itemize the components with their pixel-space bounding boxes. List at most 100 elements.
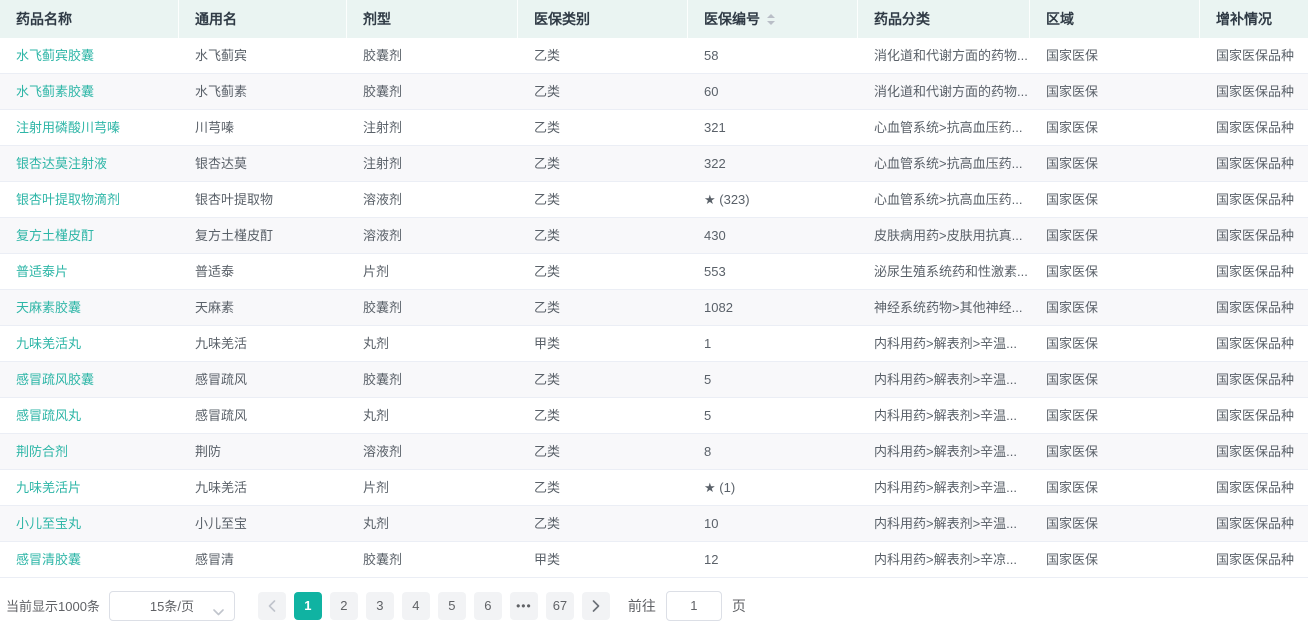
cell-generic-name: 普适泰 <box>195 264 235 279</box>
cell-generic-name: 银杏达莫 <box>195 156 248 171</box>
cell-insurance-category: 乙类 <box>534 120 561 135</box>
drug-name-link[interactable]: 九味羌活丸 <box>16 336 81 351</box>
page-size-value: 15条/页 <box>149 599 194 614</box>
cell-generic-name: 感冒疏风 <box>195 408 248 423</box>
cell-classification: 内科用药>解表剂>辛凉... <box>874 552 1018 567</box>
cell-insurance-number: 5 <box>704 372 712 387</box>
cell-generic-name: 荆防 <box>195 444 222 459</box>
cell-dosage-form: 片剂 <box>363 480 390 495</box>
column-label: 药品名称 <box>16 11 72 27</box>
column-label: 医保类别 <box>534 11 590 27</box>
cell-insurance-number: 321 <box>704 120 726 135</box>
cell-dosage-form: 胶囊剂 <box>363 372 403 387</box>
cell-generic-name: 九味羌活 <box>195 336 248 351</box>
drug-name-link[interactable]: 复方土槿皮酊 <box>16 228 94 243</box>
cell-insurance-category: 乙类 <box>534 300 561 315</box>
drug-name-link[interactable]: 天麻素胶囊 <box>16 300 81 315</box>
sort-caret-icon[interactable] <box>767 13 775 25</box>
drug-name-link[interactable]: 荆防合剂 <box>16 444 68 459</box>
cell-generic-name: 水飞蓟宾 <box>195 48 248 63</box>
drug-name-link[interactable]: 银杏叶提取物滴剂 <box>16 192 120 207</box>
page-button-3[interactable]: 3 <box>365 591 394 620</box>
cell-generic-name: 小儿至宝 <box>195 516 248 531</box>
drug-name-link[interactable]: 注射用磷酸川芎嗪 <box>16 120 120 135</box>
drug-name-link[interactable]: 水飞蓟素胶囊 <box>16 84 94 99</box>
page-size-select[interactable]: 15条/页 <box>108 590 235 621</box>
cell-supplement-status: 国家医保品种 <box>1216 264 1295 279</box>
table-body: 水飞蓟宾胶囊 水飞蓟宾 胶囊剂 乙类 58 消化道和代谢方面的药物... 国家医保 国家医保品… <box>0 38 1308 578</box>
drug-name-link[interactable]: 感冒疏风丸 <box>16 408 81 423</box>
cell-supplement-status: 国家医保品种 <box>1216 336 1295 351</box>
cell-generic-name: 九味羌活 <box>195 480 248 495</box>
drug-name-link[interactable]: 银杏达莫注射液 <box>16 156 107 171</box>
cell-classification: 内科用药>解表剂>辛温... <box>874 480 1018 495</box>
goto-page: 前往 页 <box>628 590 746 621</box>
page-button-4[interactable]: 4 <box>401 591 430 620</box>
cell-generic-name: 川芎嗪 <box>195 120 235 135</box>
drug-name-link[interactable]: 九味羌活片 <box>16 480 81 495</box>
table-row: 注射用磷酸川芎嗪 川芎嗪 注射剂 乙类 321 心血管系统>抗高血压药... 国家医保 国家医… <box>0 110 1308 146</box>
cell-region: 国家医保 <box>1046 156 1099 171</box>
table-row: 银杏叶提取物滴剂 银杏叶提取物 溶液剂 乙类 ★ (323) 心血管系统>抗高血压药...… <box>0 182 1308 218</box>
cell-supplement-status: 国家医保品种 <box>1216 84 1295 99</box>
drug-name-link[interactable]: 感冒清胶囊 <box>16 552 81 567</box>
cell-region: 国家医保 <box>1046 444 1099 459</box>
next-page-button[interactable] <box>581 591 610 620</box>
cell-insurance-number: 58 <box>704 48 719 63</box>
cell-generic-name: 感冒清 <box>195 552 235 567</box>
table-row: 感冒疏风丸 感冒疏风 丸剂 乙类 5 内科用药>解表剂>辛温... 国家医保 国家医保品种 <box>0 398 1308 434</box>
page-button-5[interactable]: 5 <box>437 591 466 620</box>
cell-supplement-status: 国家医保品种 <box>1216 120 1295 135</box>
column-header-insurance-number[interactable]: 医保编号 <box>688 0 858 38</box>
drug-name-link[interactable]: 普适泰片 <box>16 264 68 279</box>
drug-name-link[interactable]: 水飞蓟宾胶囊 <box>16 48 94 63</box>
table-row: 水飞蓟宾胶囊 水飞蓟宾 胶囊剂 乙类 58 消化道和代谢方面的药物... 国家医保 国家医保品… <box>0 38 1308 74</box>
cell-insurance-number: 430 <box>704 228 726 243</box>
cell-name: 银杏达莫注射液 <box>0 146 179 181</box>
cell-insurance-number: 322 <box>704 156 726 171</box>
cell-dosage-form: 丸剂 <box>363 336 390 351</box>
cell-insurance-number: 5 <box>704 408 712 423</box>
cell-supplement-status: 国家医保品种 <box>1216 48 1295 63</box>
chevron-right-icon <box>592 599 600 612</box>
cell-dosage-form: 丸剂 <box>363 408 390 423</box>
column-label: 剂型 <box>363 11 391 27</box>
cell-insurance-number: ★ (323) <box>704 192 750 207</box>
table-row: 普适泰片 普适泰 片剂 乙类 553 泌尿生殖系统药和性激素... 国家医保 国家医保品种 <box>0 254 1308 290</box>
table-row: 感冒清胶囊 感冒清 胶囊剂 甲类 12 内科用药>解表剂>辛凉... 国家医保 国家医保品种 <box>0 542 1308 578</box>
prev-page-button[interactable] <box>257 591 286 620</box>
cell-insurance-number: 60 <box>704 84 719 99</box>
cell-insurance-category: 乙类 <box>534 408 561 423</box>
more-pages-button[interactable]: ••• <box>509 591 538 620</box>
cell-supplement-status: 国家医保品种 <box>1216 444 1295 459</box>
page-button-67[interactable]: 67 <box>545 591 574 620</box>
table-row: 复方土槿皮酊 复方土槿皮酊 溶液剂 乙类 430 皮肤病用药>皮肤用抗真... 国家医保 国家… <box>0 218 1308 254</box>
cell-supplement-status: 国家医保品种 <box>1216 408 1295 423</box>
cell-insurance-number: 8 <box>704 444 712 459</box>
cell-supplement-status: 国家医保品种 <box>1216 516 1295 531</box>
goto-suffix: 页 <box>731 597 746 614</box>
cell-name: 九味羌活片 <box>0 470 179 505</box>
column-label: 医保编号 <box>704 11 760 27</box>
cell-name: 复方土槿皮酊 <box>0 218 179 253</box>
page-button-2[interactable]: 2 <box>329 591 358 620</box>
cell-generic-name: 水飞蓟素 <box>195 84 248 99</box>
cell-dosage-form: 丸剂 <box>363 516 390 531</box>
column-label: 增补情况 <box>1216 11 1272 27</box>
cell-classification: 心血管系统>抗高血压药... <box>874 192 1023 207</box>
column-header-region: 区域 <box>1030 0 1200 38</box>
drug-name-link[interactable]: 感冒疏风胶囊 <box>16 372 94 387</box>
table-row: 小儿至宝丸 小儿至宝 丸剂 乙类 10 内科用药>解表剂>辛温... 国家医保 国家医保品种 <box>0 506 1308 542</box>
goto-page-input[interactable] <box>665 590 722 621</box>
drug-list-page: 药品名称 通用名 剂型 医保类别 医保编号 药品分类 区域 增补情况 水飞蓟宾胶囊 水飞蓟宾 胶囊… <box>0 0 1308 634</box>
column-header-insurance-category: 医保类别 <box>518 0 688 38</box>
table-row: 九味羌活丸 九味羌活 丸剂 甲类 1 内科用药>解表剂>辛温... 国家医保 国家医保品种 <box>0 326 1308 362</box>
cell-classification: 内科用药>解表剂>辛温... <box>874 408 1018 423</box>
drug-name-link[interactable]: 小儿至宝丸 <box>16 516 81 531</box>
cell-dosage-form: 注射剂 <box>363 120 403 135</box>
cell-insurance-category: 乙类 <box>534 516 561 531</box>
cell-dosage-form: 溶液剂 <box>363 228 403 243</box>
page-button-1[interactable]: 1 <box>293 591 322 620</box>
cell-classification: 泌尿生殖系统药和性激素... <box>874 264 1028 279</box>
page-button-6[interactable]: 6 <box>473 591 502 620</box>
